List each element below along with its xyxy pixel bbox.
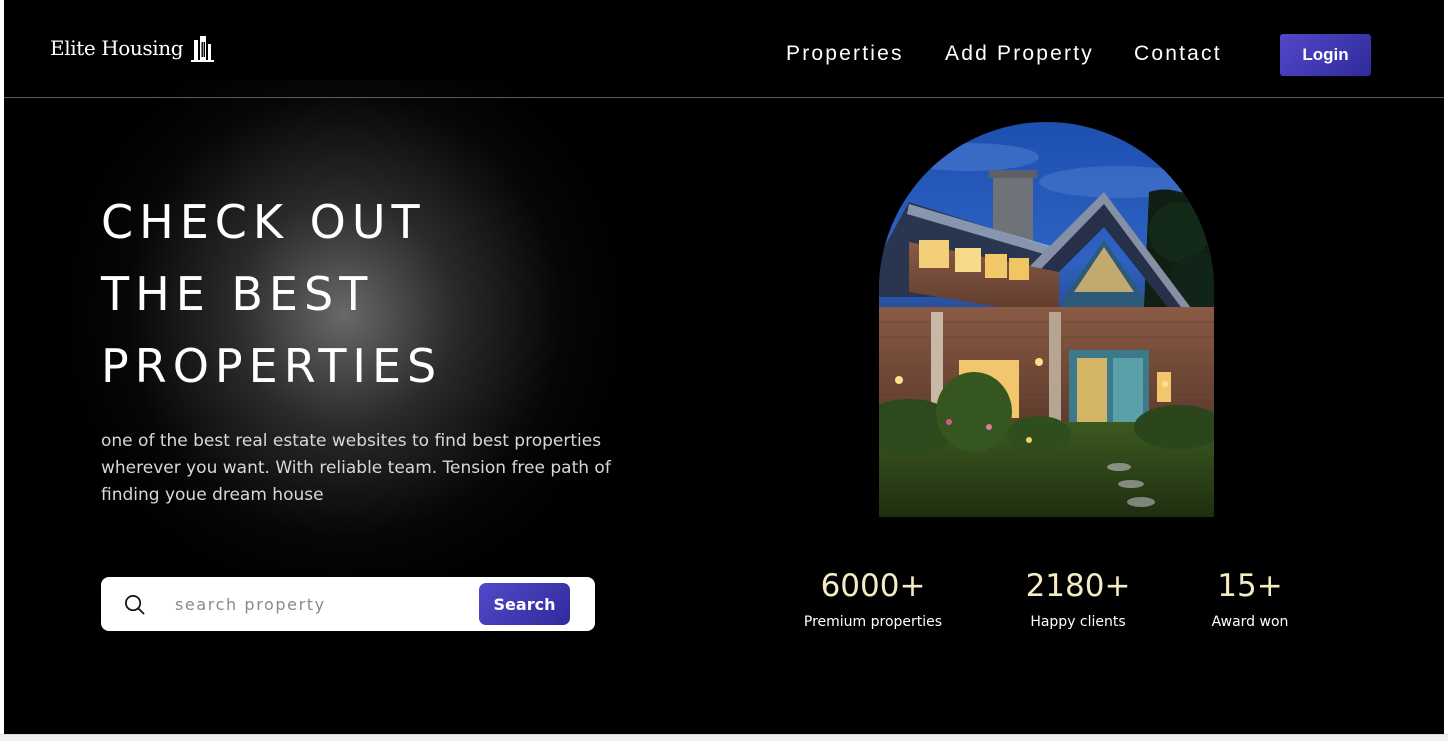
- hero-title: CHECK OUT THE BEST PROPERTIES: [101, 186, 442, 402]
- logo[interactable]: Elite Housing: [50, 34, 215, 62]
- stat-value: 6000+: [820, 568, 926, 604]
- search-bar: Search: [101, 577, 595, 631]
- page-frame: Elite Housing Properties Add Property Co…: [4, 0, 1444, 734]
- house-illustration: [879, 122, 1214, 517]
- stat-value: 2180+: [1025, 568, 1131, 604]
- search-input[interactable]: [175, 589, 465, 619]
- stat-label: Premium properties: [803, 614, 943, 630]
- stat-properties: 6000+ Premium properties: [798, 566, 948, 630]
- stat-value: 15+: [1217, 568, 1283, 604]
- hero-title-line: CHECK OUT: [101, 195, 426, 249]
- hero-title-line: PROPERTIES: [101, 339, 443, 393]
- page-bottom-edge: [0, 734, 1448, 741]
- stat-clients: 2180+ Happy clients: [1023, 566, 1133, 630]
- stat-label: Award won: [1211, 614, 1289, 630]
- nav-properties[interactable]: Properties: [786, 42, 904, 66]
- login-button[interactable]: Login: [1280, 34, 1371, 76]
- hero-title-line: THE BEST: [101, 267, 374, 321]
- logo-text: Elite Housing: [50, 36, 184, 60]
- house-image: [879, 122, 1214, 517]
- nav-contact[interactable]: Contact: [1134, 42, 1222, 66]
- stat-label: Happy clients: [1030, 614, 1126, 630]
- stat-awards: 15+ Award won: [1202, 566, 1298, 630]
- building-icon: [191, 36, 215, 62]
- search-button[interactable]: Search: [479, 583, 570, 625]
- navbar: Elite Housing Properties Add Property Co…: [4, 0, 1444, 98]
- hero-description: one of the best real estate websites to …: [101, 431, 611, 505]
- search-icon[interactable]: [123, 593, 146, 616]
- nav-add-property[interactable]: Add Property: [945, 42, 1094, 66]
